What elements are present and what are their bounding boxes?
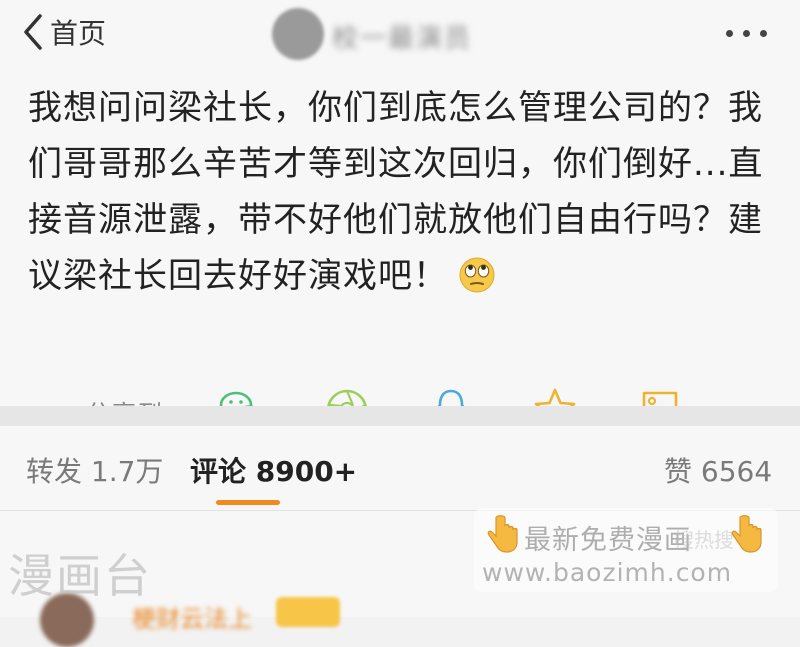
watermark-url: www.baozimh.com (482, 558, 733, 587)
more-options-button[interactable] (726, 30, 767, 37)
watermark-left: 漫画台 (8, 549, 152, 603)
pointing-down-hand-icon (730, 514, 764, 554)
author-name[interactable]: 校一最演员 (332, 18, 472, 55)
watermark-line1: 最新免费漫画 (524, 525, 692, 556)
fan-badge (276, 597, 340, 627)
interaction-tabs: 转发 1.7万 评论 8900+ 赞 6564 (0, 426, 800, 511)
pointing-down-hand-icon (486, 514, 520, 554)
back-label: 首页 (50, 17, 107, 50)
post-body: 我想问问梁社长，你们到底怎么管理公司的？我们哥哥那么辛苦才等到这次回归，你们倒好… (28, 80, 778, 304)
post-card: 我想问问梁社长，你们到底怎么管理公司的？我们哥哥那么辛苦才等到这次回归，你们倒好… (0, 68, 800, 433)
tab-repost[interactable]: 转发 1.7万 (26, 450, 163, 490)
active-tab-indicator (216, 500, 280, 505)
more-dot-icon (760, 30, 767, 37)
tab-like[interactable]: 赞 6564 (664, 450, 772, 490)
top-nav-bar: 首页 校一最演员 (0, 0, 800, 68)
eye-roll-emoji-icon (458, 255, 496, 293)
watermark-hot: 搜热搜 (674, 528, 734, 552)
tab-comment[interactable]: 评论 8900+ (190, 450, 357, 490)
chevron-left-icon (24, 14, 42, 50)
back-button[interactable]: 首页 (20, 12, 106, 52)
section-divider (0, 406, 800, 426)
post-text: 我想问问梁社长，你们到底怎么管理公司的？我们哥哥那么辛苦才等到这次回归，你们倒好… (28, 88, 764, 296)
more-dot-icon (743, 30, 750, 37)
more-dot-icon (726, 30, 733, 37)
author-avatar[interactable] (272, 8, 324, 60)
watermark-box: 最新免费漫画 搜热搜 www.baozimh.com (474, 508, 778, 592)
